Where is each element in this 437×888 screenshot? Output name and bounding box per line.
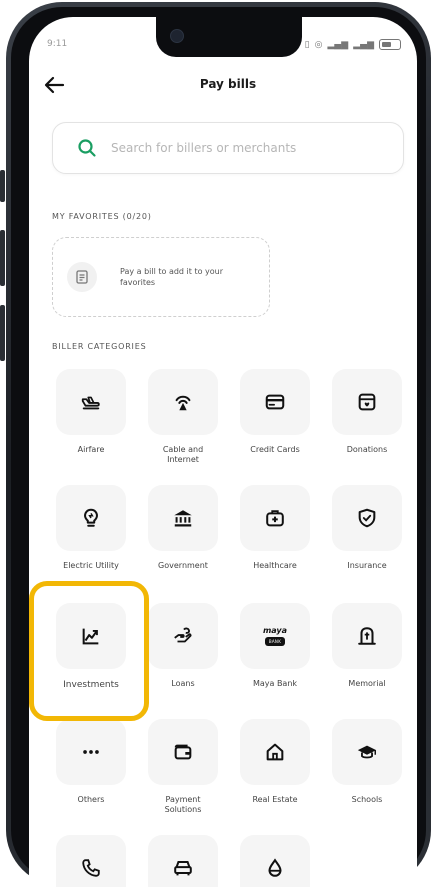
- category-schools[interactable]: Schools: [331, 719, 403, 805]
- government-building-icon: [174, 510, 192, 527]
- category-insurance[interactable]: Insurance: [331, 485, 403, 571]
- antenna-icon: [175, 395, 191, 411]
- category-cable-internet[interactable]: Cable and Internet: [147, 369, 219, 465]
- signal-icon: ▯: [304, 39, 310, 50]
- more-dots-icon: [83, 750, 99, 754]
- graduation-cap-icon: [357, 745, 377, 759]
- hotspot-icon: ◎: [314, 39, 323, 50]
- category-label: Healthcare: [253, 561, 297, 570]
- category-label: Maya Bank: [252, 679, 298, 688]
- page-title: Pay bills: [199, 77, 257, 91]
- category-airfare[interactable]: Airfare: [55, 369, 127, 455]
- category-label: Airfare: [77, 445, 105, 454]
- category-label: Schools: [351, 795, 383, 804]
- front-camera: [170, 29, 184, 43]
- category-investments[interactable]: Investments: [55, 603, 127, 691]
- phone-icon: [82, 859, 100, 877]
- memorial-icon: [358, 627, 376, 645]
- search-placeholder: Search for billers or merchants: [111, 141, 297, 155]
- car-icon: [174, 861, 192, 876]
- category-tile[interactable]: [56, 719, 126, 785]
- category-label: Others: [77, 795, 105, 804]
- category-tile[interactable]: [332, 603, 402, 669]
- category-label: Electric Utility: [63, 561, 119, 570]
- donation-box-icon: [358, 393, 376, 411]
- category-memorial[interactable]: Memorial: [331, 603, 403, 689]
- category-tile[interactable]: [148, 603, 218, 669]
- category-tile[interactable]: [332, 485, 402, 551]
- category-tile[interactable]: [240, 719, 310, 785]
- category-maya-bank[interactable]: maya BANK Maya Bank: [239, 603, 311, 689]
- category-credit-cards[interactable]: Credit Cards: [239, 369, 311, 455]
- category-healthcare[interactable]: Healthcare: [239, 485, 311, 571]
- money-hand-icon: [174, 627, 192, 643]
- receipt-icon: [67, 262, 97, 292]
- category-electric-utility[interactable]: Electric Utility: [55, 485, 127, 571]
- category-government[interactable]: Government: [147, 485, 219, 571]
- maya-bank-logo: maya BANK: [262, 625, 288, 646]
- search-input[interactable]: Search for billers or merchants: [52, 122, 404, 174]
- category-label: Donations: [346, 445, 388, 454]
- category-others[interactable]: Others: [55, 719, 127, 805]
- categories-heading: BILLER CATEGORIES: [52, 342, 147, 351]
- category-tile[interactable]: [56, 369, 126, 435]
- category-tile[interactable]: [56, 603, 126, 669]
- water-drop-icon: [268, 858, 282, 877]
- shield-icon: [358, 508, 376, 528]
- credit-card-icon: [265, 394, 285, 410]
- category-donations[interactable]: Donations: [331, 369, 403, 455]
- maya-logo-text: maya: [262, 625, 288, 635]
- category-label: Credit Cards: [250, 445, 300, 454]
- category-real-estate[interactable]: Real Estate: [239, 719, 311, 805]
- wallet-icon: [174, 744, 192, 760]
- search-icon: [78, 139, 96, 157]
- category-label: Payment Solutions: [164, 795, 202, 814]
- category-label: Loans: [171, 679, 195, 688]
- lightbulb-icon: [84, 508, 98, 527]
- category-tile[interactable]: [240, 369, 310, 435]
- phone-side-button: [0, 170, 5, 202]
- status-time: 9:11: [47, 39, 68, 49]
- category-telecom[interactable]: [55, 835, 127, 887]
- category-tile[interactable]: [148, 835, 218, 887]
- category-label: Investments: [63, 680, 119, 690]
- cell-signal-2-icon: ▂▄▆: [353, 39, 374, 50]
- favorites-empty-text: Pay a bill to add it to your favorites: [120, 267, 224, 287]
- category-tile[interactable]: [148, 719, 218, 785]
- category-tile[interactable]: [240, 485, 310, 551]
- favorites-heading: MY FAVORITES (0/20): [52, 212, 152, 221]
- category-loans[interactable]: Loans: [147, 603, 219, 689]
- app-screen: 9:11 ▯ ◎ ▂▄▆ ▂▄▆ Pay bills Search for bi…: [29, 17, 417, 887]
- category-tile[interactable]: [332, 369, 402, 435]
- category-label: Insurance: [347, 561, 387, 570]
- house-icon: [266, 743, 284, 761]
- category-tile[interactable]: [148, 485, 218, 551]
- category-tile[interactable]: [332, 719, 402, 785]
- category-label: Cable and Internet: [162, 445, 204, 464]
- status-icons: ▯ ◎ ▂▄▆ ▂▄▆: [305, 39, 401, 50]
- plane-icon: [81, 396, 100, 410]
- trend-chart-icon: [82, 628, 99, 645]
- category-label: Government: [158, 561, 208, 570]
- category-label: Real Estate: [252, 795, 298, 804]
- category-tile[interactable]: [240, 835, 310, 887]
- category-tile[interactable]: [56, 835, 126, 887]
- phone-volume-down-button: [0, 305, 5, 361]
- medical-kit-icon: [266, 510, 284, 527]
- camera-notch: [156, 17, 302, 57]
- category-tile[interactable]: [56, 485, 126, 551]
- page-header: Pay bills: [29, 73, 417, 103]
- cell-signal-icon: ▂▄▆: [327, 39, 349, 50]
- category-label: Memorial: [348, 679, 386, 688]
- category-payment-solutions[interactable]: Payment Solutions: [147, 719, 219, 815]
- battery-icon: [379, 39, 401, 50]
- category-transportation[interactable]: [147, 835, 219, 887]
- category-tile[interactable]: [148, 369, 218, 435]
- phone-volume-up-button: [0, 230, 5, 286]
- maya-logo-bank-text: BANK: [264, 636, 286, 646]
- category-tile[interactable]: maya BANK: [240, 603, 310, 669]
- category-water-utility[interactable]: [239, 835, 311, 887]
- favorites-empty-box: Pay a bill to add it to your favorites: [52, 237, 270, 317]
